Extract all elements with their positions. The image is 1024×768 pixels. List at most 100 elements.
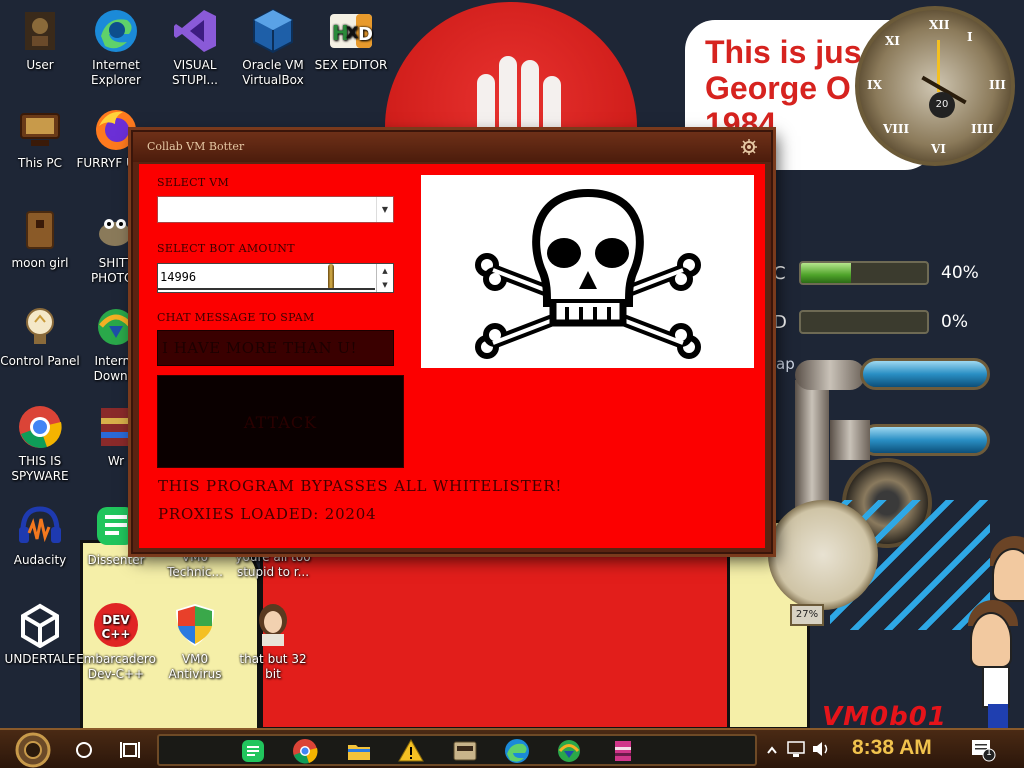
wallpaper-finger — [499, 56, 517, 136]
drive-meter-d: D 0% — [773, 305, 1003, 339]
unity-icon — [17, 602, 63, 649]
trash-bin-icon — [17, 206, 63, 252]
clock-numeral: IX — [867, 78, 882, 92]
clock-numeral: I — [967, 30, 973, 44]
bot-amount-stepper[interactable]: 14996 ▲ ▼ — [157, 263, 394, 293]
desktop-icon-label: youre all too stupid to r... — [235, 550, 311, 579]
spin-up-icon[interactable]: ▲ — [377, 264, 393, 278]
chevron-up-icon[interactable] — [766, 740, 778, 760]
desktop-icon-label: This PC — [18, 156, 62, 170]
task-view-icon[interactable] — [116, 736, 144, 764]
winrar-icon[interactable] — [609, 737, 637, 765]
collab-vm-botter-window: Collab VM Botter SELECT VM ▼ SELECT BOT … — [131, 130, 773, 554]
taskbar: 8:38 AM 1 — [0, 728, 1024, 768]
notification-icon[interactable]: 1 — [970, 738, 996, 762]
volume-icon[interactable] — [810, 738, 832, 760]
search-circle-icon[interactable] — [70, 736, 98, 764]
wallpaper-person — [992, 548, 1024, 602]
wallpaper-finger — [521, 60, 539, 136]
dissenter-icon[interactable] — [239, 737, 267, 765]
clock-numeral: IIII — [971, 122, 994, 136]
desktop-icon-label: Control Panel — [0, 354, 80, 368]
desktop-icon-label: Internet Explorer — [91, 58, 141, 87]
steam-gauge — [768, 500, 878, 610]
steam-pipe — [795, 360, 865, 390]
drive-bar — [799, 261, 929, 285]
chat-message-label: CHAT MESSAGE TO SPAM — [157, 311, 315, 324]
desktop-icon-undertale[interactable]: UNDERTALE — [0, 602, 80, 667]
warning-icon[interactable] — [397, 737, 425, 765]
hxd-hex-editor-icon: HXD — [328, 8, 374, 54]
desktop-icon-label: THIS IS SPYWARE — [11, 454, 69, 483]
desktop-icon-this-pc[interactable]: This PC — [0, 106, 80, 171]
wallpaper-finger — [477, 74, 495, 138]
gear-icon[interactable] — [741, 139, 757, 155]
dev-cpp-icon: DEV C++ — [93, 602, 139, 648]
drive-meter-c: C 40% — [773, 256, 1003, 290]
skull-crossbones-icon — [475, 188, 701, 359]
slider-track — [158, 288, 375, 290]
computer-icon — [17, 106, 63, 152]
taskbar-apps-tray — [157, 734, 757, 766]
edge-icon[interactable] — [503, 737, 531, 765]
desktop-icon-label: SEX EDITOR — [314, 58, 388, 72]
select-vm-label: SELECT VM — [157, 176, 230, 189]
file-explorer-icon[interactable] — [345, 737, 373, 765]
spin-buttons: ▲ ▼ — [376, 264, 393, 292]
slider-thumb[interactable] — [328, 264, 334, 290]
drive-bar — [799, 310, 929, 334]
shield-icon — [172, 602, 218, 648]
light-bulb-icon — [17, 304, 63, 350]
bot-amount-value: 14996 — [160, 270, 197, 284]
svg-text:DEV: DEV — [102, 613, 130, 627]
desktop-icon-this-is-spyware[interactable]: THIS IS SPYWARE — [0, 404, 80, 484]
desktop-icon-virtualbox[interactable]: Oracle VM VirtualBox — [233, 8, 313, 88]
desktop-icon-visual-studio[interactable]: VISUAL STUPI... — [155, 8, 235, 88]
user-folder-icon — [17, 8, 63, 54]
vm-select-dropdown[interactable]: ▼ — [157, 196, 394, 223]
start-button[interactable] — [12, 732, 54, 768]
drive-bar-fill — [801, 263, 852, 283]
desktop-icon-label: User — [26, 58, 54, 72]
desktop-icon-audacity[interactable]: Audacity — [0, 503, 80, 568]
clock-numeral: XII — [929, 18, 950, 32]
skull-image — [421, 175, 754, 368]
internet-download-icon[interactable] — [555, 737, 583, 765]
notification-count: 1 — [986, 748, 992, 758]
clock-subdial: 20 — [929, 92, 955, 118]
spin-down-icon[interactable]: ▼ — [377, 278, 393, 292]
svg-text:C++: C++ — [102, 627, 131, 641]
clock-numeral: XI — [885, 34, 900, 48]
desktop-icon-label: VM0 Antivirus — [168, 652, 222, 681]
chat-message-input[interactable]: I HAVE MORE THAN U! — [157, 330, 394, 366]
network-icon[interactable] — [786, 738, 808, 760]
desktop-icon-label: Oracle VM VirtualBox — [242, 58, 304, 87]
desktop-icon-label: Dissenter — [87, 553, 145, 567]
wallpaper-person — [970, 612, 1012, 668]
chevron-down-icon[interactable]: ▼ — [376, 197, 393, 222]
clock-numeral: VIII — [883, 122, 910, 136]
clock-numeral: VI — [931, 142, 946, 156]
desktop-icon-internet-explorer[interactable]: Internet Explorer — [76, 8, 156, 88]
desktop-icon-label: VM0 Technic... — [167, 550, 223, 579]
amiga-emulator-icon[interactable] — [451, 737, 479, 765]
chrome-icon[interactable] — [291, 737, 319, 765]
window-title: Collab VM Botter — [147, 140, 245, 153]
window-titlebar[interactable]: Collab VM Botter — [133, 132, 771, 162]
steampunk-clock: XII III VI IX I XI IIII VIII 20 — [855, 6, 1015, 166]
gauge-percent: 27% — [790, 604, 824, 626]
drive-percent: 40% — [941, 263, 979, 283]
desktop-icon-user[interactable]: User — [0, 8, 80, 73]
taskbar-clock[interactable]: 8:38 AM — [852, 736, 932, 760]
bot-amount-label: SELECT BOT AMOUNT — [157, 242, 295, 255]
wallpaper-brand: VM0b01 — [822, 702, 947, 730]
attack-button[interactable]: ATTACK — [157, 375, 404, 468]
desktop-icon-vm0-antivirus[interactable]: VM0 Antivirus — [155, 602, 235, 682]
chrome-icon — [17, 404, 63, 450]
desktop-icon-control-panel[interactable]: Control Panel — [0, 304, 80, 369]
desktop-icon-sex-editor[interactable]: HXD SEX EDITOR — [311, 8, 391, 73]
desktop-icon-label: Embarcadero Dev-C++ — [76, 652, 156, 681]
desktop-icon-that-but-32-bit[interactable]: that but 32 bit — [233, 602, 313, 682]
desktop-icon-dev-cpp[interactable]: DEV C++ Embarcadero Dev-C++ — [76, 602, 156, 682]
desktop-icon-moon-girl[interactable]: moon girl — [0, 206, 80, 271]
